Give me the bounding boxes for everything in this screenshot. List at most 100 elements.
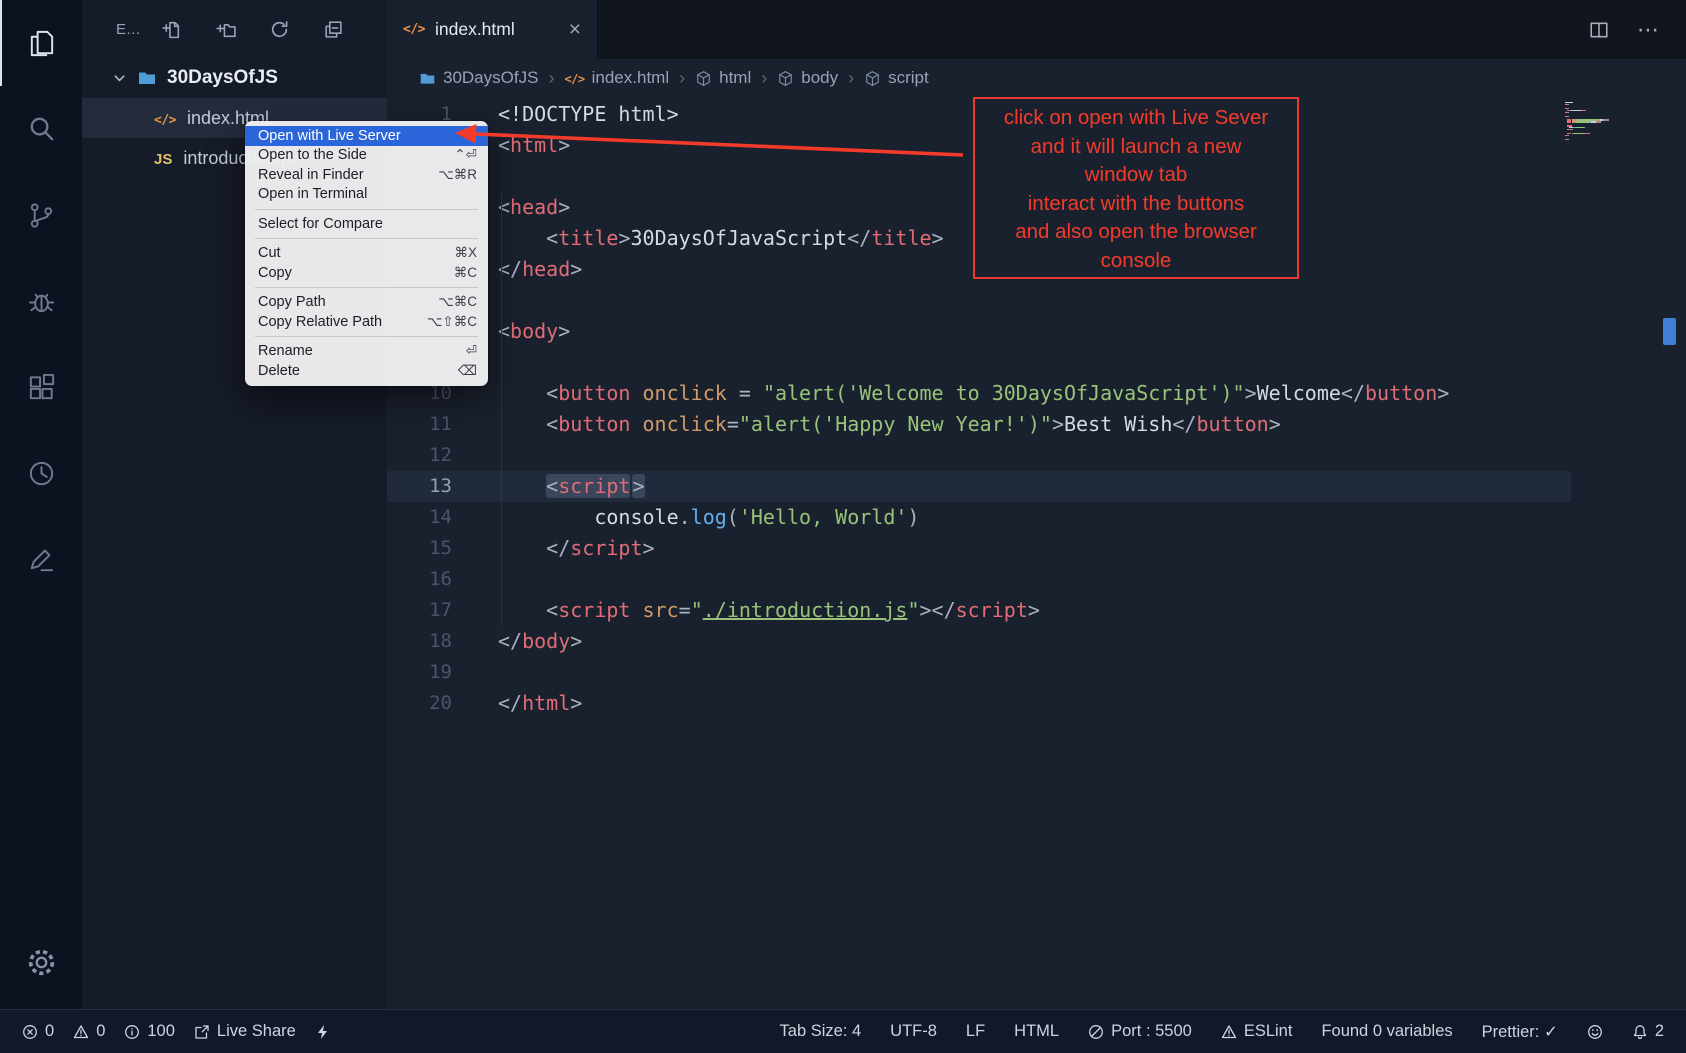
status-prettier-text: Prettier: ✓ [1482,1022,1558,1042]
new-file-icon[interactable] [161,19,182,40]
code-line-19[interactable]: 19 [387,657,1686,688]
cube-icon [777,70,794,87]
indent-guide [501,192,502,626]
line-number: 13 [387,471,452,502]
new-folder-icon[interactable] [215,19,236,40]
annotation-text: window tab [975,161,1297,190]
status-prettier[interactable]: Prettier: ✓ [1482,1022,1558,1042]
status-encoding[interactable]: UTF-8 [890,1022,937,1041]
code-line-15[interactable]: 15 </script> [387,533,1686,564]
code-line-11[interactable]: 11 <button onclick="alert('Happy New Yea… [387,409,1686,440]
live-share-icon [194,1024,210,1040]
menu-item-select-for-compare[interactable]: Select for Compare [245,214,488,234]
menu-item-copy[interactable]: Copy⌘C [245,263,488,283]
tab-index-html[interactable]: </> index.html × [387,0,598,59]
code-line-17[interactable]: 17 <script src="./introduction.js"></scr… [387,595,1686,626]
code-line-7[interactable]: 7 [387,285,1686,316]
status-notifications[interactable]: 2 [1632,1022,1664,1041]
warning-icon [1221,1024,1237,1040]
annotation-text: click on open with Live Sever [975,104,1297,133]
history-icon[interactable] [0,430,82,516]
status-encoding-text: UTF-8 [890,1022,937,1041]
menu-item-cut[interactable]: Cut⌘X [245,244,488,264]
workspace-root-row[interactable]: 30DaysOfJS [82,58,387,98]
breadcrumb-separator: › [758,68,770,89]
menu-item-label: Rename [258,343,313,359]
split-editor-icon[interactable] [1589,20,1609,40]
source-control-icon[interactable] [0,172,82,258]
menu-item-copy-path[interactable]: Copy Path⌥⌘C [245,293,488,313]
code-line-20[interactable]: 20 </html> [387,688,1686,719]
menu-item-label: Copy Relative Path [258,314,382,330]
line-number: 20 [387,688,452,719]
status-notifications-text: 2 [1655,1022,1664,1041]
breadcrumb-item-30DaysOfJS[interactable]: 30DaysOfJS [419,68,538,88]
activity-bar-items [0,0,82,602]
vscode-window: E... 30DaysOfJS </>index.htmlJSintroduct… [0,0,1686,1053]
menu-item-delete[interactable]: Delete⌫ [245,361,488,381]
settings-gear-icon[interactable] [25,946,58,984]
line-content: <head> [498,192,570,223]
status-eslint[interactable]: ESLint [1221,1022,1293,1041]
overview-ruler-marker [1663,318,1676,345]
status-eol[interactable]: LF [966,1022,985,1041]
code-line-9[interactable]: 9 [387,347,1686,378]
line-content: <body> [498,316,570,347]
feedback-icon[interactable] [0,516,82,602]
status-tab-size[interactable]: Tab Size: 4 [780,1022,862,1041]
menu-item-label: Select for Compare [258,216,383,232]
explorer-icon[interactable] [0,0,82,86]
line-content: </script> [498,533,655,564]
code-line-14[interactable]: 14 console.log('Hello, World') [387,502,1686,533]
annotation-text: interact with the buttons [975,190,1297,219]
zap-icon [315,1024,331,1040]
breadcrumb-item-html[interactable]: html [695,68,751,88]
line-number: 11 [387,409,452,440]
code-line-16[interactable]: 16 [387,564,1686,595]
cube-icon [864,70,881,87]
html-icon: </> [564,68,584,88]
breadcrumb-item-body[interactable]: body [777,68,838,88]
status-live-share[interactable]: Live Share [194,1022,296,1041]
code-line-12[interactable]: 12 [387,440,1686,471]
run-debug-icon[interactable] [0,258,82,344]
breadcrumb-item-script[interactable]: script [864,68,929,88]
search-icon[interactable] [0,86,82,172]
status-language-mode[interactable]: HTML [1014,1022,1059,1041]
code-line-18[interactable]: 18</body> [387,626,1686,657]
js-file-icon: JS [154,148,172,169]
status-warnings[interactable]: 0 [73,1022,105,1041]
breadcrumb-item-index.html[interactable]: </>index.html [564,68,669,88]
breadcrumb-label: html [719,68,751,88]
status-power[interactable] [315,1024,331,1040]
more-actions-icon[interactable]: ⋯ [1637,17,1660,43]
menu-item-label: Copy Path [258,294,326,310]
menu-separator [255,238,478,239]
line-content: </html> [498,688,582,719]
code-line-8[interactable]: 8<body> [387,316,1686,347]
menu-item-label: Delete [258,363,300,379]
status-variables[interactable]: Found 0 variables [1321,1022,1452,1041]
status-errors[interactable]: 0 [22,1022,54,1041]
minimap-line [1565,139,1653,140]
menu-item-open-with-live-server[interactable]: Open with Live Server [245,126,488,146]
menu-item-rename[interactable]: Rename⏎ [245,342,488,362]
status-info-count[interactable]: 100 [124,1022,175,1041]
refresh-icon[interactable] [269,19,290,40]
line-content: <button onclick = "alert('Welcome to 30D… [498,378,1449,409]
minimap[interactable] [1565,102,1653,141]
line-content: <script> [498,471,645,502]
menu-item-reveal-in-finder[interactable]: Reveal in Finder⌥⌘R [245,165,488,185]
status-live-server-port[interactable]: Port : 5500 [1088,1022,1192,1041]
close-tab-icon[interactable]: × [569,19,581,40]
extensions-icon[interactable] [0,344,82,430]
code-line-13[interactable]: 13 <script> [387,471,1571,502]
menu-item-open-in-terminal[interactable]: Open in Terminal [245,185,488,205]
status-feedback-smiley[interactable] [1587,1024,1603,1040]
annotation-text: and it will launch a new [975,133,1297,162]
error-icon [22,1024,38,1040]
code-line-10[interactable]: 10 <button onclick = "alert('Welcome to … [387,378,1686,409]
collapse-all-icon[interactable] [323,19,344,40]
menu-item-copy-relative-path[interactable]: Copy Relative Path⌥⇧⌘C [245,312,488,332]
menu-item-open-to-the-side[interactable]: Open to the Side⌃⏎ [245,146,488,166]
